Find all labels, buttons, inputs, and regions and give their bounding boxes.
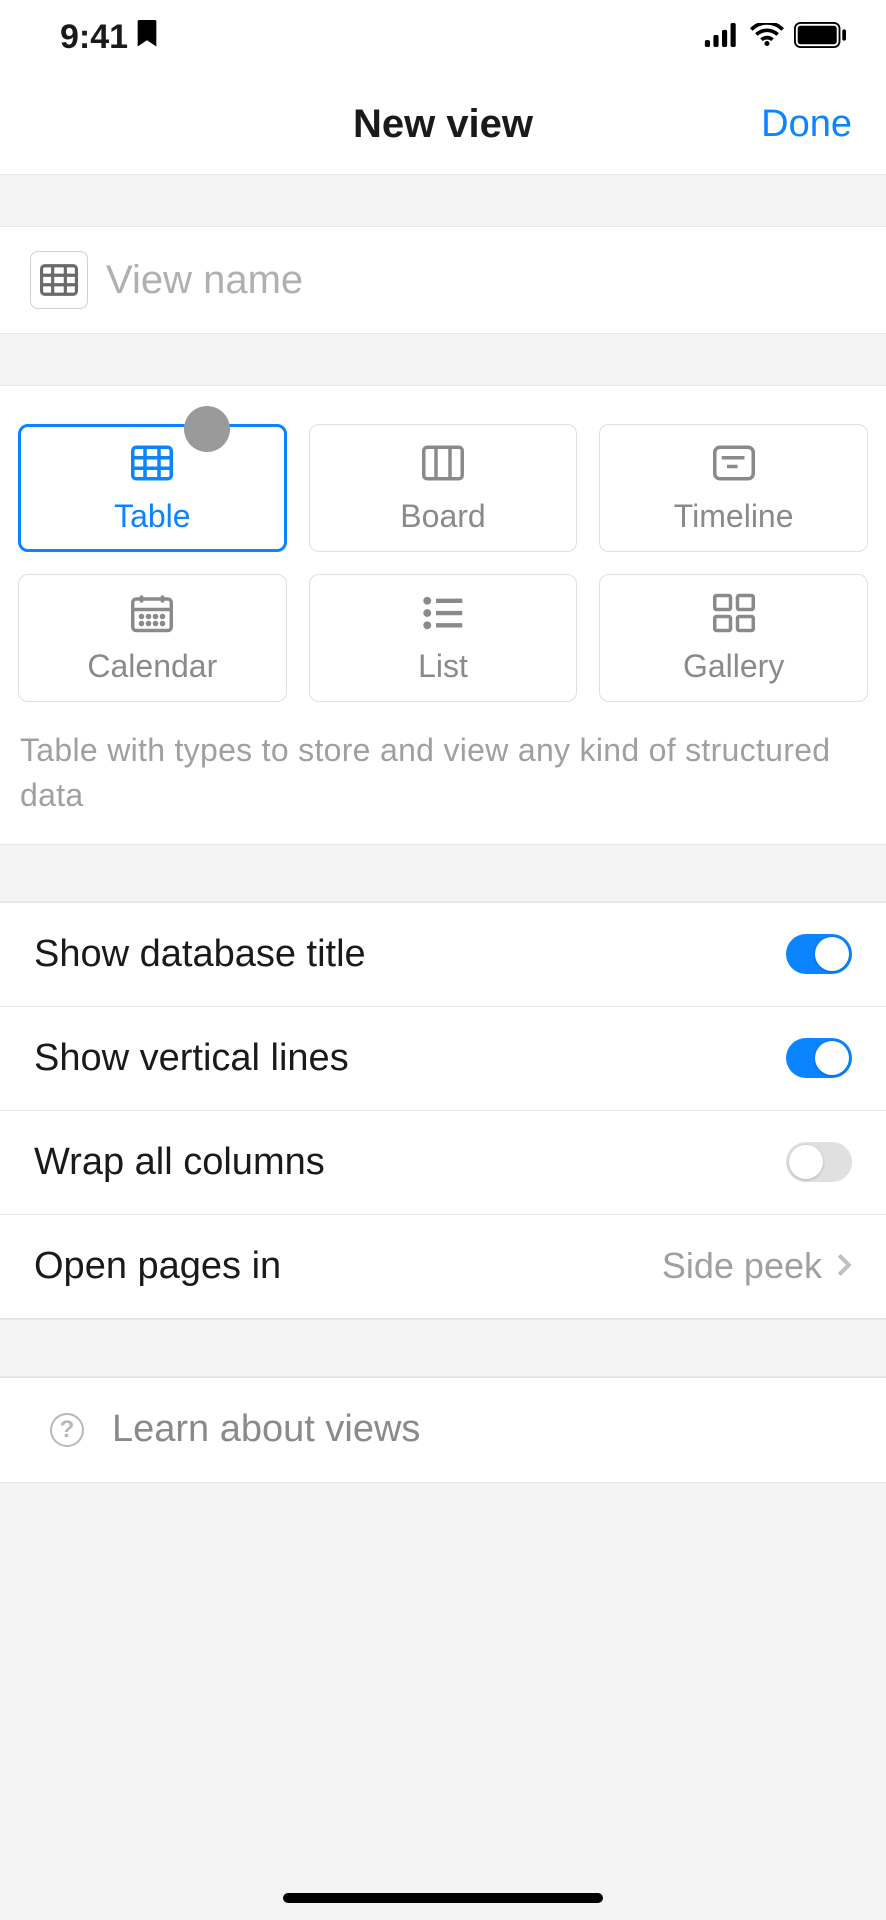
wifi-icon [750, 23, 784, 52]
spacer [0, 334, 886, 386]
toggle-show-db-title[interactable] [786, 934, 852, 974]
view-name-row [0, 227, 886, 334]
signal-icon [704, 23, 740, 52]
modal-title: New view [353, 102, 533, 147]
setting-value: Side peek [662, 1245, 822, 1287]
home-indicator-area [0, 1876, 886, 1920]
view-settings: Show database title Show vertical lines … [0, 902, 886, 1319]
view-type-list[interactable]: List [309, 574, 578, 702]
view-type-label: Gallery [683, 648, 784, 685]
view-type-gallery[interactable]: Gallery [599, 574, 868, 702]
setting-show-vertical-lines[interactable]: Show vertical lines [0, 1007, 886, 1111]
view-type-label: Table [114, 498, 191, 535]
touch-indicator [184, 406, 230, 452]
done-button[interactable]: Done [761, 103, 852, 146]
view-type-calendar[interactable]: Calendar [18, 574, 287, 702]
view-type-label: Board [400, 498, 485, 535]
view-type-table[interactable]: Table [18, 424, 287, 552]
setting-wrap-all-columns[interactable]: Wrap all columns [0, 1111, 886, 1215]
view-type-timeline[interactable]: Timeline [599, 424, 868, 552]
toggle-wrap-all-columns[interactable] [786, 1142, 852, 1182]
learn-label: Learn about views [112, 1408, 420, 1451]
view-type-label: Calendar [87, 648, 217, 685]
spacer [0, 844, 886, 902]
help-icon: ? [50, 1413, 84, 1447]
view-name-input[interactable] [106, 258, 856, 303]
setting-label: Open pages in [34, 1245, 281, 1288]
view-type-label: Timeline [674, 498, 794, 535]
battery-icon [794, 22, 846, 53]
bookmark-icon [136, 18, 158, 57]
modal-header: New view Done [0, 75, 886, 175]
home-indicator[interactable] [283, 1893, 603, 1903]
view-type-section: Table Board Timeline Calendar List Galle… [0, 386, 886, 844]
view-type-label: List [418, 648, 468, 685]
setting-open-pages-in[interactable]: Open pages in Side peek [0, 1215, 886, 1319]
status-bar: 9:41 [0, 0, 886, 75]
toggle-show-vertical-lines[interactable] [786, 1038, 852, 1078]
view-type-board[interactable]: Board [309, 424, 578, 552]
learn-about-views[interactable]: ? Learn about views [0, 1378, 886, 1482]
table-icon[interactable] [30, 251, 88, 309]
status-time: 9:41 [60, 18, 128, 57]
spacer [0, 175, 886, 227]
setting-label: Wrap all columns [34, 1141, 325, 1184]
setting-label: Show vertical lines [34, 1037, 349, 1080]
spacer [0, 1319, 886, 1377]
setting-label: Show database title [34, 933, 366, 976]
setting-show-db-title[interactable]: Show database title [0, 903, 886, 1007]
chevron-right-icon [836, 1245, 852, 1287]
view-type-description: Table with types to store and view any k… [18, 702, 868, 826]
